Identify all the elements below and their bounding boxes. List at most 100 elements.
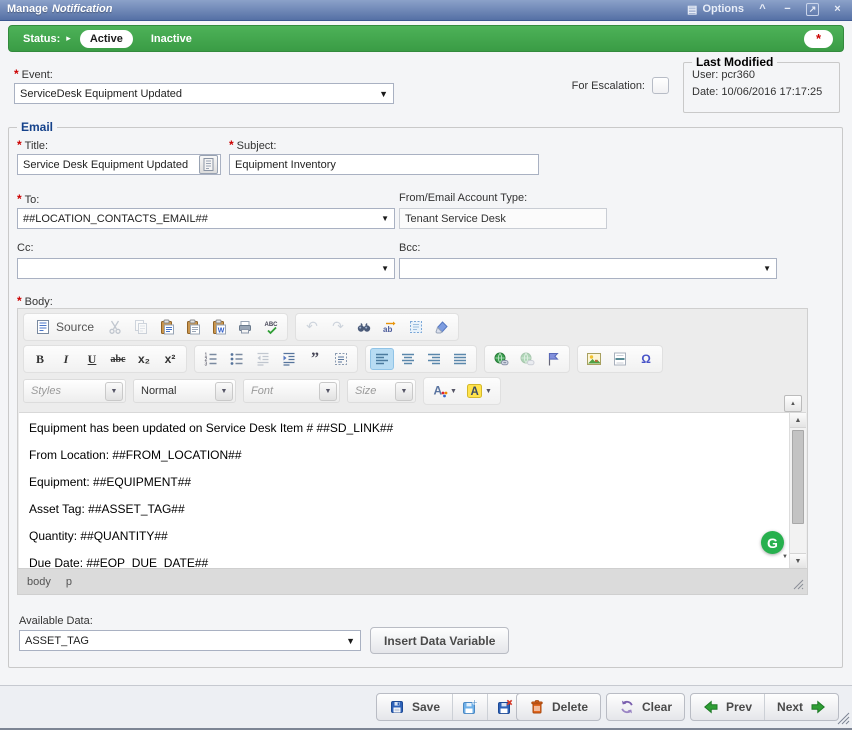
body-line: Equipment has been updated on Service De… [29,421,780,435]
bulleted-list-button[interactable] [225,348,249,370]
grammarly-collapse-arrow-icon[interactable]: ▼ [782,554,788,560]
font-combo[interactable]: Font ▼ [243,379,340,403]
align-justify-button[interactable] [448,348,472,370]
scroll-up-arrow[interactable]: ▲ [790,413,806,428]
remove-format-button[interactable] [430,316,454,338]
styles-combo[interactable]: Styles ▼ [23,379,126,403]
underline-button[interactable]: U [80,348,104,370]
minimize-button[interactable]: − [781,2,794,16]
blockquote-button[interactable]: ” [303,348,327,370]
replace-button[interactable]: ab [378,316,402,338]
dropdown-arrow-icon: ▼ [381,214,389,223]
strikethrough-button[interactable]: abc [106,348,130,370]
available-data-combo[interactable]: ASSET_TAG ▼ [19,630,361,651]
bold-button[interactable]: B [28,348,52,370]
undo-button[interactable]: ↶ [300,316,324,338]
paste-plain-text-button[interactable] [181,316,205,338]
editor-content-area[interactable]: Equipment has been updated on Service De… [19,412,806,568]
anchor-button[interactable] [541,348,565,370]
toolbar-collapse-button[interactable]: ▲ [784,395,802,412]
element-path-body[interactable]: body [27,576,51,588]
print-button[interactable] [233,316,257,338]
special-character-button[interactable]: Ω [634,348,658,370]
background-color-icon: A [467,383,483,399]
editor-body-text[interactable]: Equipment has been updated on Service De… [19,413,790,568]
collapse-button[interactable]: ^ [756,2,769,16]
superscript-button[interactable]: x² [158,348,182,370]
numbered-list-icon: 123 [203,351,219,367]
copy-button[interactable] [129,316,153,338]
redo-button[interactable]: ↷ [326,316,350,338]
italic-button[interactable]: I [54,348,78,370]
scrollbar-thumb[interactable] [792,430,804,524]
save-and-new-icon [462,699,478,715]
save-button[interactable]: Save [377,694,452,720]
cut-button[interactable] [103,316,127,338]
align-right-icon [426,351,442,367]
close-button[interactable]: × [831,2,844,16]
popout-button[interactable]: ↗ [806,3,819,16]
next-button[interactable]: Next [764,694,838,720]
prev-button[interactable]: Prev [691,694,764,720]
image-icon [586,351,602,367]
subject-input[interactable]: Equipment Inventory [229,154,539,175]
find-button[interactable] [352,316,376,338]
cc-combo[interactable]: ▼ [17,258,395,279]
clear-button-group: Clear [606,693,685,721]
insert-image-button[interactable] [582,348,606,370]
insert-data-variable-button[interactable]: Insert Data Variable [370,627,509,654]
align-left-button[interactable] [370,348,394,370]
clear-button[interactable]: Clear [607,694,684,720]
background-color-button[interactable]: A ▼ [463,380,496,402]
window-controls: ▤ Options ^ − ↗ × [687,2,844,16]
link-button[interactable] [489,348,513,370]
options-button[interactable]: ▤ Options [687,3,744,16]
paragraph-format-combo[interactable]: Normal ▼ [133,379,236,403]
escalation-checkbox[interactable] [652,77,669,94]
bcc-combo[interactable]: ▼ [399,258,777,279]
editor-scrollbar[interactable]: ▲ ▼ [789,413,806,568]
refresh-icon [619,699,635,715]
text-color-button[interactable]: A ▼ [428,380,461,402]
subscript-button[interactable]: x₂ [132,348,156,370]
indent-button[interactable] [277,348,301,370]
outdent-button[interactable] [251,348,275,370]
title-input[interactable]: Service Desk Equipment Updated [17,154,221,175]
align-center-button[interactable] [396,348,420,370]
window-resize-handle[interactable] [837,712,850,725]
status-required-badge[interactable]: * [804,30,833,48]
to-combo[interactable]: ##LOCATION_CONTACTS_EMAIL## ▼ [17,208,395,229]
size-combo[interactable]: Size ▼ [347,379,416,403]
status-active-button[interactable]: Active [80,30,133,48]
save-and-close-icon [497,699,513,715]
indent-icon [281,351,297,367]
align-right-button[interactable] [422,348,446,370]
event-select[interactable]: ServiceDesk Equipment Updated ▼ [14,83,394,104]
svg-text:A: A [434,384,443,398]
save-and-new-button[interactable] [452,694,487,720]
status-arrow-icon: ▸ [66,33,71,44]
delete-button[interactable]: Delete [517,694,600,720]
event-label: *Event: [14,67,53,81]
editor-resize-handle[interactable] [793,579,804,590]
superscript-icon: x² [165,352,176,366]
source-button[interactable]: Source [28,316,101,338]
dropdown-arrow-icon: ▼ [215,382,233,401]
create-div-button[interactable] [329,348,353,370]
status-inactive-button[interactable]: Inactive [151,33,192,45]
title-lookup-button[interactable] [199,155,218,174]
paste-button[interactable] [155,316,179,338]
select-all-button[interactable] [404,316,428,338]
body-rich-text-editor: Source W ABC ↶ ↷ ab [17,308,808,595]
grammarly-button[interactable]: G [761,531,784,554]
paste-from-word-button[interactable]: W [207,316,231,338]
element-path-p[interactable]: p [66,576,72,588]
dropdown-arrow-icon: ▼ [485,388,492,395]
spell-check-button[interactable]: ABC [259,316,283,338]
scroll-down-arrow[interactable]: ▼ [790,553,806,568]
cut-icon [107,319,123,335]
unlink-button[interactable] [515,348,539,370]
horizontal-rule-button[interactable] [608,348,632,370]
remove-format-eraser-icon [434,319,450,335]
numbered-list-button[interactable]: 123 [199,348,223,370]
